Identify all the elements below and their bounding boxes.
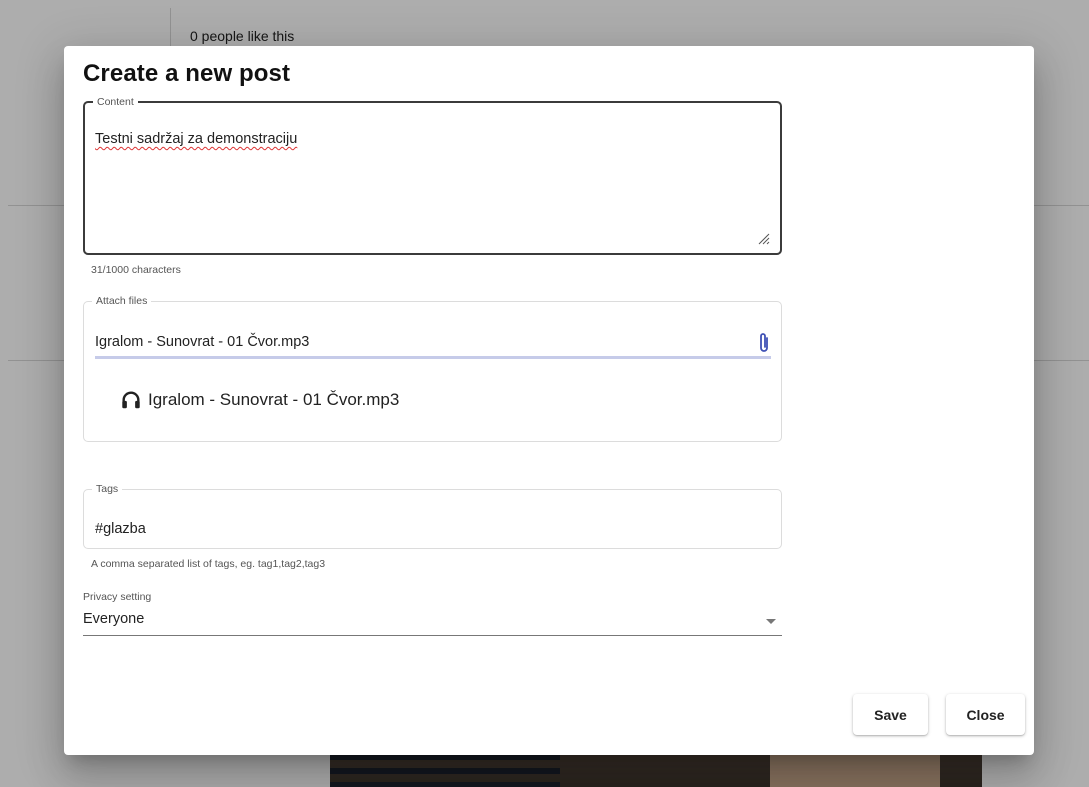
attach-files-label: Attach files <box>96 295 148 307</box>
attach-files-underline <box>95 356 771 359</box>
resize-handle-icon[interactable] <box>756 231 770 245</box>
content-label: Content <box>97 96 134 108</box>
close-button[interactable]: Close <box>946 694 1025 735</box>
tags-input[interactable]: #glazba <box>95 521 146 537</box>
attach-files-field[interactable]: Attach files Igralom - Sunovrat - 01 Čvo… <box>83 296 782 442</box>
attached-file-item: Igralom - Sunovrat - 01 Čvor.mp3 <box>120 389 399 411</box>
privacy-select[interactable]: Everyone <box>83 608 782 636</box>
content-textarea[interactable]: Testni sadržaj za demonstraciju <box>95 131 297 147</box>
paperclip-icon[interactable] <box>757 332 771 354</box>
create-post-dialog: Create a new post Content Testni sadržaj… <box>64 46 1034 755</box>
privacy-selected-value: Everyone <box>83 611 145 627</box>
attached-file-name: Igralom - Sunovrat - 01 Čvor.mp3 <box>148 390 400 409</box>
content-char-counter: 31/1000 characters <box>91 264 181 276</box>
tags-hint: A comma separated list of tags, eg. tag1… <box>91 558 326 570</box>
attach-files-input[interactable]: Igralom - Sunovrat - 01 Čvor.mp3 <box>95 334 309 350</box>
privacy-label: Privacy setting <box>83 591 152 603</box>
caret-down-icon <box>766 619 776 624</box>
tags-field[interactable]: Tags #glazba <box>83 484 782 549</box>
dialog-title: Create a new post <box>83 60 291 87</box>
headphones-icon <box>122 391 140 409</box>
content-field[interactable]: Content Testni sadržaj za demonstraciju <box>83 97 782 255</box>
save-button[interactable]: Save <box>853 694 928 735</box>
tags-label: Tags <box>96 483 119 495</box>
